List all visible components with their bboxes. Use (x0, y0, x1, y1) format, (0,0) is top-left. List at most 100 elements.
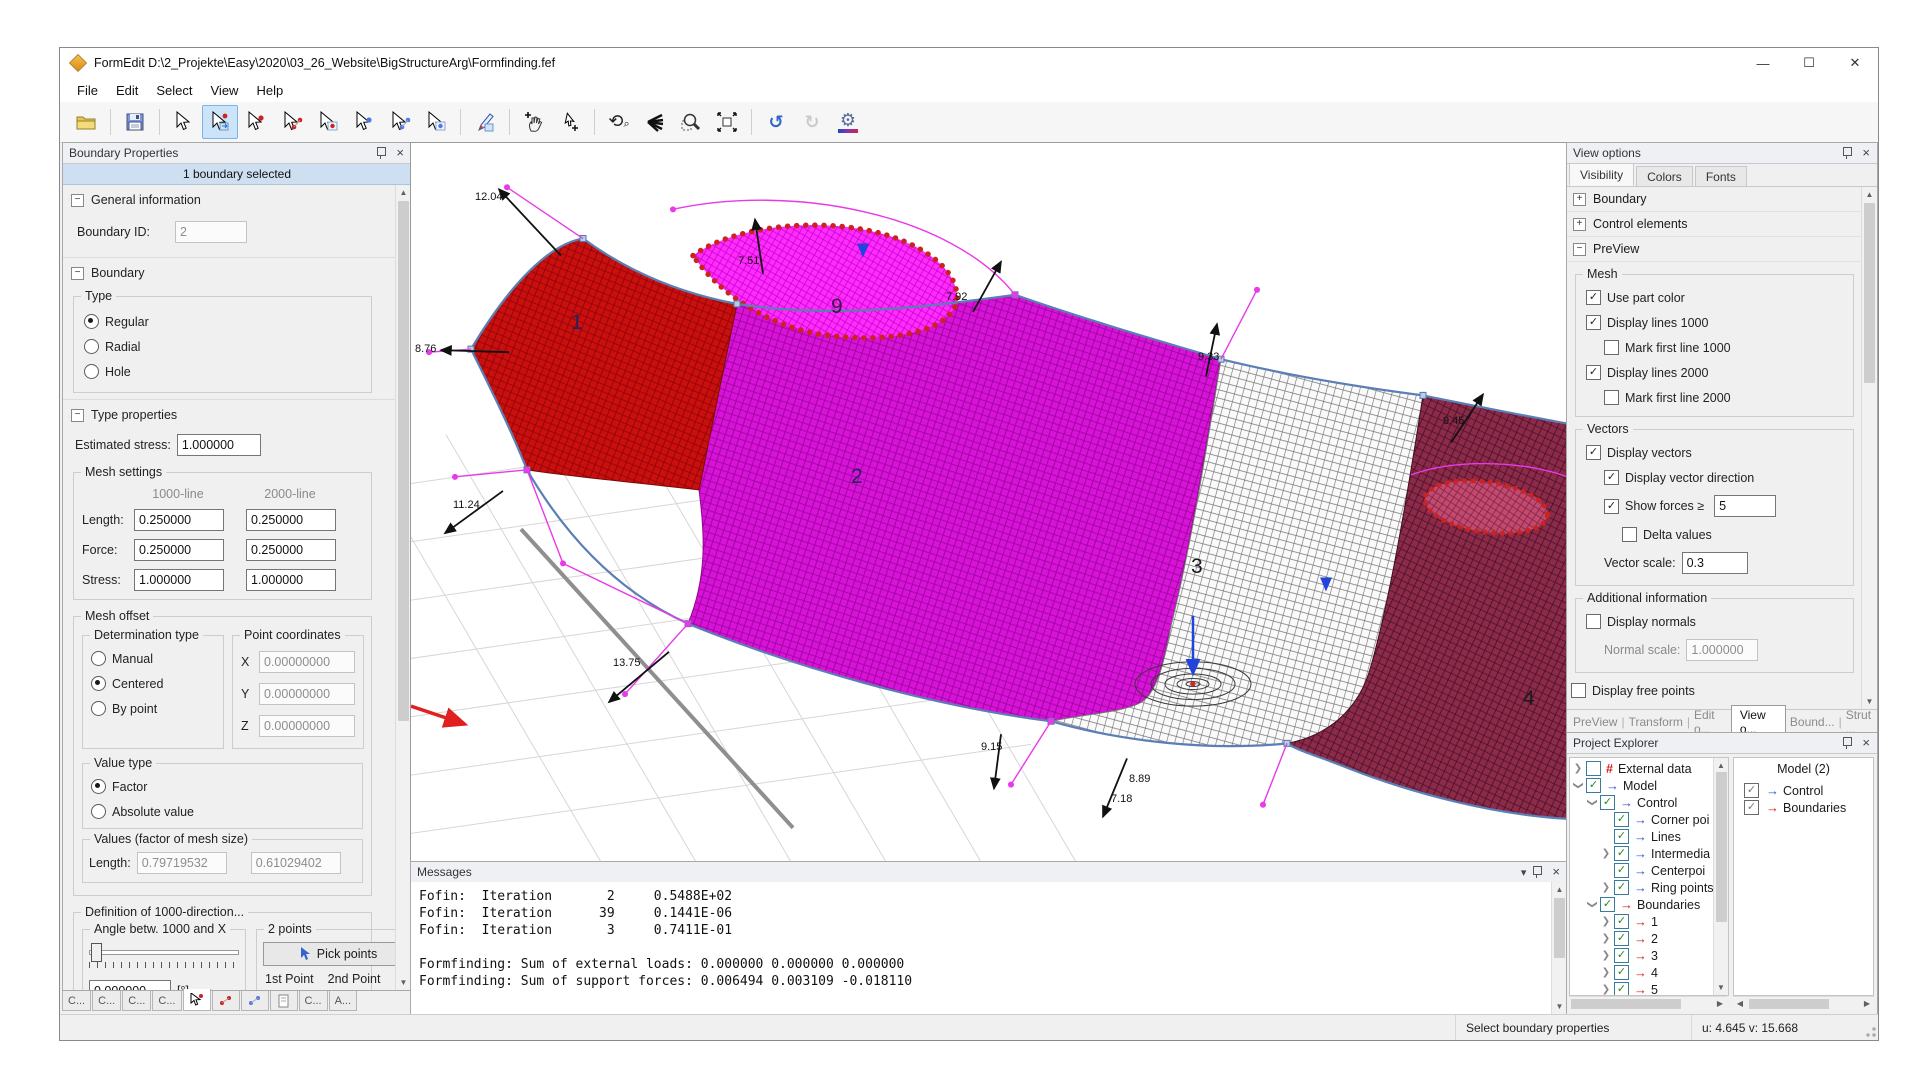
left-panel-scrollbar[interactable]: ▲ ▼ (395, 185, 411, 990)
checkbox-icon[interactable] (1586, 445, 1601, 460)
checkbox-icon[interactable] (1586, 365, 1601, 380)
tab-visibility[interactable]: Visibility (1569, 163, 1634, 186)
expand-arrow-icon[interactable]: ❯ (1600, 848, 1612, 859)
detail-item-boundaries[interactable]: →Boundaries (1740, 799, 1873, 816)
project-tree-vscrollbar[interactable]: ▲ ▼ (1713, 758, 1728, 995)
checkbox-icon[interactable] (1604, 340, 1619, 355)
dock-tab-bound[interactable]: Bound... (1790, 715, 1835, 729)
pick-points-button[interactable]: Pick points (263, 942, 396, 966)
radio-icon[interactable] (91, 701, 106, 716)
select-line-2000-button[interactable] (382, 105, 418, 139)
type-option-hole[interactable]: Hole (82, 359, 363, 384)
minimize-button[interactable]: — (1740, 48, 1786, 78)
section-control-elements[interactable]: +Control elements (1567, 212, 1862, 237)
close-icon[interactable]: × (1859, 737, 1873, 749)
estimated-stress-field[interactable]: 1.000000 (177, 434, 261, 456)
checkbox-mark-first-line-1000[interactable]: Mark first line 1000 (1582, 335, 1847, 360)
checkbox-use-part-color[interactable]: Use part color (1582, 285, 1847, 310)
radio-icon[interactable] (91, 779, 106, 794)
checkbox-icon[interactable] (1604, 470, 1619, 485)
value-type-option-absolute-value[interactable]: Absolute value (89, 799, 356, 824)
drag-button[interactable] (552, 105, 588, 139)
visibility-checkbox[interactable] (1586, 778, 1601, 793)
slider-thumb[interactable] (91, 943, 102, 962)
mesh-force-1000[interactable]: 0.250000 (134, 539, 224, 561)
expand-arrow-icon[interactable]: ❯ (1600, 916, 1612, 927)
redo-button[interactable]: ↻ (794, 105, 830, 139)
expand-arrow-icon[interactable]: ❯ (1600, 950, 1612, 961)
angle-slider[interactable] (89, 942, 239, 968)
tree-item-model[interactable]: ❯→Model (1570, 777, 1714, 794)
pin-icon[interactable] (1843, 737, 1852, 746)
expand-arrow-icon[interactable]: ❯ (1572, 763, 1584, 774)
determination-option-centered[interactable]: Centered (89, 671, 217, 696)
save-button[interactable] (117, 105, 153, 139)
dock-tab-blue-points-tab[interactable] (241, 991, 269, 1011)
project-tree-hscrollbar[interactable]: ▶ (1569, 996, 1727, 1011)
messages-log[interactable]: Fofin: Iteration 2 0.5488E+02Fofin: Iter… (411, 882, 1552, 1014)
checkbox-delta-values[interactable]: Delta values (1582, 522, 1847, 547)
select-point-2000-button[interactable] (346, 105, 382, 139)
visibility-checkbox[interactable] (1614, 880, 1629, 895)
radio-icon[interactable] (91, 651, 106, 666)
expand-arrow-icon[interactable]: ❯ (1600, 882, 1612, 893)
visibility-checkbox[interactable] (1744, 783, 1759, 798)
zoom-extents-button[interactable] (709, 105, 745, 139)
dock-tab-text[interactable]: C... (299, 991, 328, 1011)
expand-icon[interactable]: + (1573, 218, 1586, 231)
chevron-down-icon[interactable]: ▾ (1518, 866, 1530, 879)
undo-button[interactable]: ↺ (758, 105, 794, 139)
select-point-1000-button[interactable] (238, 105, 274, 139)
close-icon[interactable]: × (393, 147, 407, 159)
checkbox-icon[interactable] (1571, 683, 1586, 698)
tab-colors[interactable]: Colors (1636, 166, 1693, 186)
select-mesh-1000-button[interactable] (310, 105, 346, 139)
dock-tab-text[interactable]: C... (62, 991, 91, 1011)
visibility-checkbox[interactable] (1614, 846, 1629, 861)
visibility-checkbox[interactable] (1600, 897, 1615, 912)
detail-item-control[interactable]: →Control (1740, 782, 1873, 799)
mesh-stress-1000[interactable]: 1.000000 (134, 569, 224, 591)
mesh-force-2000[interactable]: 0.250000 (246, 539, 336, 561)
visibility-checkbox[interactable] (1614, 863, 1629, 878)
collapse-icon[interactable]: − (1573, 243, 1586, 256)
close-icon[interactable]: × (1859, 147, 1873, 159)
collapse-icon[interactable]: − (71, 194, 84, 207)
tree-item-control[interactable]: ❯→Control (1570, 794, 1714, 811)
rotate-view-button[interactable]: ⟲⌕ (601, 105, 637, 139)
expand-arrow-icon[interactable]: ❯ (1600, 967, 1612, 978)
mesh-length-2000[interactable]: 0.250000 (246, 509, 336, 531)
visibility-checkbox[interactable] (1614, 965, 1629, 980)
checkbox-icon[interactable] (1586, 614, 1601, 629)
checkbox-display-normals[interactable]: Display normals (1582, 609, 1847, 634)
resize-grip[interactable] (1862, 1015, 1878, 1040)
3d-viewport[interactable]: 12.048.767.517.929.339.4511.2413.759.158… (410, 142, 1568, 863)
menu-help[interactable]: Help (247, 80, 292, 101)
mesh-stress-2000[interactable]: 1.000000 (246, 569, 336, 591)
expand-icon[interactable]: + (1573, 193, 1586, 206)
zoom-window-button[interactable] (673, 105, 709, 139)
checkbox-icon[interactable] (1586, 290, 1601, 305)
maximize-button[interactable]: ☐ (1786, 48, 1832, 78)
menu-edit[interactable]: Edit (107, 80, 147, 101)
checkbox-mark-first-line-2000[interactable]: Mark first line 2000 (1582, 385, 1847, 410)
checkbox-display-lines-2000[interactable]: Display lines 2000 (1582, 360, 1847, 385)
tree-item-lines[interactable]: →Lines (1570, 828, 1714, 845)
collapse-icon[interactable]: − (71, 409, 84, 422)
tab-fonts[interactable]: Fonts (1695, 166, 1747, 186)
detail-hscrollbar[interactable]: ◀▶ (1733, 996, 1874, 1011)
messages-scrollbar[interactable]: ▲ ▼ (1551, 882, 1567, 1014)
checkbox-display-lines-1000[interactable]: Display lines 1000 (1582, 310, 1847, 335)
radio-icon[interactable] (91, 804, 106, 819)
tree-item-1[interactable]: ❯→1 (1570, 913, 1714, 930)
section-boundary[interactable]: − Boundary (63, 257, 396, 286)
open-button[interactable] (68, 105, 104, 139)
expand-arrow-icon[interactable]: ❯ (1600, 933, 1612, 944)
tree-item-4[interactable]: ❯→4 (1570, 964, 1714, 981)
collapse-icon[interactable]: − (71, 267, 84, 280)
vector-scale-field[interactable]: 0.3 (1682, 552, 1748, 574)
section-general-information[interactable]: − General information (63, 185, 396, 213)
visibility-checkbox[interactable] (1614, 982, 1629, 996)
pin-icon[interactable] (1843, 147, 1852, 156)
collapse-arrow-icon[interactable]: ❯ (1587, 899, 1598, 911)
